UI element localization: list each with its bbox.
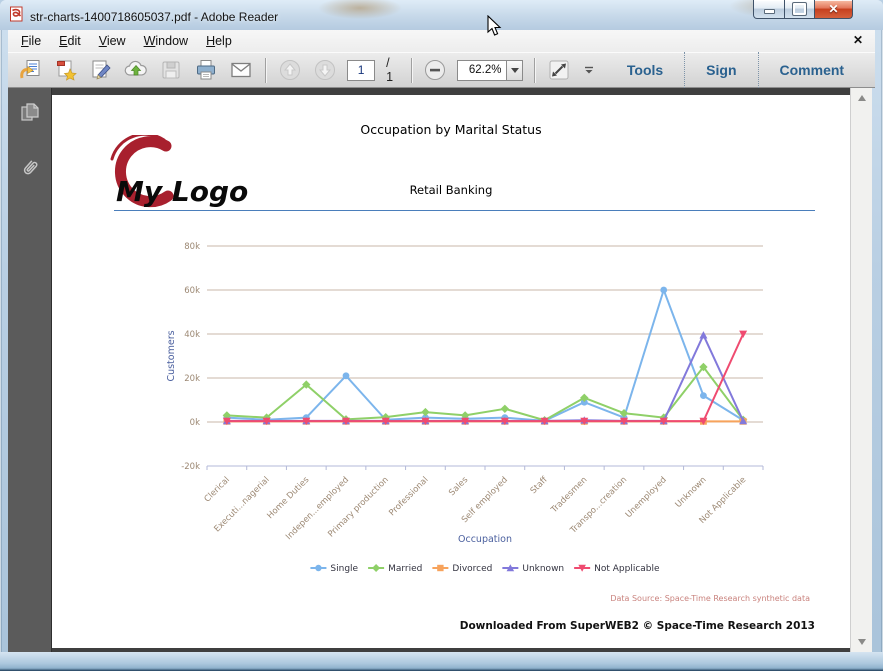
svg-text:Unknown: Unknown <box>522 564 564 574</box>
paperclip-icon <box>23 160 37 175</box>
svg-text:Occupation: Occupation <box>458 534 512 545</box>
close-document-icon[interactable]: ✕ <box>853 33 863 47</box>
scroll-up-button[interactable] <box>851 90 872 106</box>
page-thumbnails-button[interactable] <box>18 101 42 130</box>
chart-canvas: -20k0k20k40k60k80kClericalExecuti...nage… <box>166 242 764 574</box>
svg-text:Tradesmen: Tradesmen <box>549 475 590 516</box>
svg-text:-20k: -20k <box>181 462 200 472</box>
comment-button[interactable]: Comment <box>757 52 866 88</box>
svg-text:Professional: Professional <box>387 475 430 518</box>
svg-text:80k: 80k <box>184 242 200 252</box>
pdf-page: Occupation by Marital Status My Logo Ret… <box>52 95 850 648</box>
svg-text:Customers: Customers <box>166 330 177 381</box>
adobe-reader-window: str-charts-1400718605037.pdf - Adobe Rea… <box>0 0 883 671</box>
chevron-down-icon <box>510 67 519 73</box>
mouse-cursor <box>487 14 502 42</box>
tools-button[interactable]: Tools <box>606 52 684 88</box>
cloud-upload-button[interactable] <box>123 57 149 84</box>
minimize-icon <box>763 9 775 14</box>
svg-text:60k: 60k <box>184 286 200 296</box>
report-subtitle: Retail Banking <box>409 183 493 197</box>
next-page-button[interactable] <box>312 57 338 84</box>
print-button[interactable] <box>193 57 219 84</box>
navigation-pane <box>8 88 52 652</box>
save-button[interactable] <box>158 57 184 84</box>
page-thumbnails-icon <box>20 103 39 121</box>
header-rule <box>114 210 815 211</box>
title-bar: str-charts-1400718605037.pdf - Adobe Rea… <box>0 0 883 30</box>
create-pdf-icon <box>57 60 77 81</box>
data-source-note: Data Source: Space-Time Research synthet… <box>610 594 810 603</box>
svg-text:Staff: Staff <box>529 474 551 496</box>
open-file-icon <box>20 60 40 79</box>
minimize-button[interactable] <box>753 0 785 19</box>
attachments-button[interactable] <box>18 156 42 185</box>
close-button[interactable]: ✕ <box>814 0 853 19</box>
document-background: Occupation by Marital Status My Logo Ret… <box>52 88 850 652</box>
sign-document-button[interactable] <box>88 57 114 84</box>
toolbar-separator <box>410 57 412 83</box>
email-button[interactable] <box>228 57 254 84</box>
sign-panel-button[interactable]: Sign <box>684 52 757 88</box>
svg-text:Unemployed: Unemployed <box>624 475 669 520</box>
window-title: str-charts-1400718605037.pdf - Adobe Rea… <box>30 9 279 24</box>
cloud-upload-icon <box>124 60 147 76</box>
sign-pen-icon <box>92 60 111 80</box>
svg-text:20k: 20k <box>184 374 200 384</box>
menu-item-edit[interactable]: Edit <box>50 31 90 51</box>
print-icon <box>197 60 216 80</box>
fit-window-icon <box>549 60 569 80</box>
svg-text:Sales: Sales <box>447 475 470 498</box>
svg-text:Divorced: Divorced <box>452 564 492 574</box>
page-down-icon <box>315 60 336 80</box>
page-number-input[interactable] <box>347 59 376 81</box>
zoom-level-input[interactable] <box>457 59 507 81</box>
logo: My Logo <box>86 132 271 216</box>
create-pdf-button[interactable] <box>53 57 79 84</box>
email-icon <box>231 62 251 78</box>
menu-item-file[interactable]: File <box>12 31 50 51</box>
maximize-button[interactable] <box>785 0 814 19</box>
close-icon: ✕ <box>828 2 839 16</box>
open-file-button[interactable] <box>18 57 44 84</box>
svg-text:0k: 0k <box>190 418 200 428</box>
page-up-icon <box>280 60 301 80</box>
toolbar-overflow-button[interactable] <box>581 57 596 84</box>
menu-item-window[interactable]: Window <box>135 31 197 51</box>
window-bottom-border <box>0 652 883 671</box>
svg-text:Not Applicable: Not Applicable <box>594 564 660 574</box>
toolbar: / 1 Tools <box>8 52 875 88</box>
overflow-chevron-icon <box>585 66 594 74</box>
page-total-label: / 1 <box>386 56 394 84</box>
previous-page-button[interactable] <box>277 57 303 84</box>
vertical-scrollbar[interactable] <box>850 88 872 652</box>
toolbar-separator <box>534 57 536 83</box>
svg-text:40k: 40k <box>184 330 200 340</box>
zoom-out-button[interactable] <box>422 57 448 84</box>
menu-bar: File Edit View Window Help ✕ <box>8 30 875 52</box>
download-footer: Downloaded From SuperWEB2 © Space-Time R… <box>459 620 815 632</box>
pdf-file-icon <box>9 6 24 27</box>
menu-item-view[interactable]: View <box>90 31 135 51</box>
fit-window-button[interactable] <box>546 57 572 84</box>
toolbar-separator <box>265 57 267 83</box>
svg-text:Clerical: Clerical <box>203 475 232 504</box>
svg-text:Married: Married <box>388 564 422 574</box>
zoom-dropdown-button[interactable] <box>506 59 524 81</box>
save-icon <box>162 61 180 79</box>
menu-item-help[interactable]: Help <box>197 31 241 51</box>
scroll-down-icon <box>857 639 866 645</box>
svg-text:Unknown: Unknown <box>674 475 709 510</box>
scroll-up-icon <box>857 95 866 101</box>
zoom-out-icon <box>425 60 446 80</box>
scroll-down-button[interactable] <box>851 634 872 650</box>
svg-text:Single: Single <box>330 564 358 574</box>
maximize-icon <box>792 2 807 16</box>
